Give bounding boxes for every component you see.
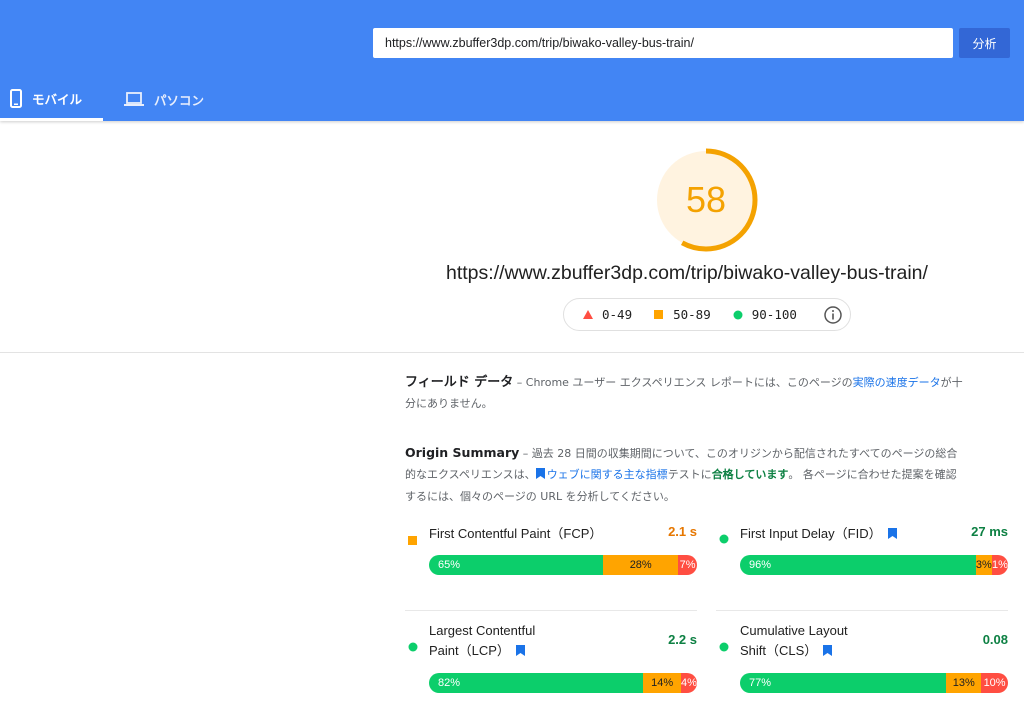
- pass-status: 合格しています: [711, 468, 789, 481]
- top-bar: 分析 モバイル パソコン: [0, 0, 1024, 121]
- distribution-bar: 65% 28% 7%: [429, 555, 697, 575]
- origin-summary-section: Origin Summary – 過去 28 日間の収集期間について、このオリジ…: [405, 445, 958, 503]
- bar-poor: 1%: [991, 555, 1008, 575]
- tab-mobile[interactable]: モバイル: [0, 78, 103, 121]
- metric-name: Largest Contentful: [429, 623, 536, 638]
- tab-mobile-label: モバイル: [32, 91, 83, 107]
- circle-icon: [408, 637, 418, 656]
- bar-good: 77%: [740, 673, 947, 693]
- metric-cls: Cumulative Layout Shift（CLS） 0.08 77% 13…: [716, 621, 1008, 697]
- bar-poor: 7%: [678, 555, 697, 575]
- metric-value: 27 ms: [971, 524, 1008, 539]
- bar-poor: 10%: [981, 673, 1008, 693]
- metric-value: 2.1 s: [668, 524, 697, 539]
- circle-icon: [733, 310, 743, 320]
- metric-lcp: Largest Contentful Paint（LCP） 2.2 s 82% …: [405, 621, 697, 697]
- metric-name: Cumulative Layout: [740, 623, 848, 638]
- smartphone-icon: [10, 88, 22, 108]
- square-icon: [408, 530, 417, 549]
- bar-good: 65%: [429, 555, 604, 575]
- metric-name: First Input Delay（FID）: [740, 524, 899, 545]
- bookmark-icon: [887, 525, 897, 545]
- bar-average: 13%: [946, 673, 982, 693]
- triangle-icon: [583, 309, 593, 320]
- performance-score: 58: [685, 179, 727, 220]
- field-data-title: フィールド データ: [405, 375, 514, 390]
- score-legend: 0-49 50-89 90-100: [563, 298, 851, 331]
- bookmark-icon: [823, 642, 833, 662]
- metric-name-line2: Paint（LCP）: [429, 641, 527, 662]
- distribution-bar: 82% 14% 4%: [429, 673, 697, 693]
- field-data-text: – Chrome ユーザー エクスペリエンス レポートには、このページの: [513, 376, 853, 389]
- metric-value: 2.2 s: [668, 632, 697, 647]
- field-data-section: フィールド データ – Chrome ユーザー エクスペリエンス レポートには、…: [405, 372, 965, 414]
- core-web-vitals-link[interactable]: ウェブに関する主な指標: [547, 468, 668, 481]
- section-divider: [0, 352, 1024, 353]
- distribution-bar: 77% 13% 10%: [740, 673, 1008, 693]
- tested-page-url: https://www.zbuffer3dp.com/trip/biwako-v…: [446, 262, 928, 284]
- real-speed-data-link[interactable]: 実際の速度データ: [853, 376, 941, 389]
- bar-average: 14%: [643, 673, 681, 693]
- legend-item-poor: 0-49: [583, 307, 632, 322]
- square-icon: [654, 309, 664, 320]
- metric-fid: First Input Delay（FID） 27 ms 96% 3% 1%: [716, 522, 1008, 582]
- bar-good: 96%: [740, 555, 976, 575]
- bar-average: 28%: [603, 555, 679, 575]
- analyze-button[interactable]: 分析: [959, 28, 1010, 58]
- bookmark-icon: [515, 642, 525, 662]
- legend-item-average: 50-89: [654, 307, 711, 322]
- bookmark-icon: [535, 465, 545, 486]
- laptop-icon: [124, 92, 144, 107]
- metric-divider: [405, 610, 697, 611]
- circle-icon: [719, 529, 729, 548]
- metric-name-line2: Shift（CLS）: [740, 641, 834, 662]
- url-input[interactable]: [373, 28, 953, 58]
- tab-desktop[interactable]: パソコン: [124, 78, 224, 121]
- bar-good: 82%: [429, 673, 644, 693]
- legend-item-good: 90-100: [733, 307, 797, 322]
- origin-summary-title: Origin Summary: [405, 445, 520, 460]
- metric-fcp: First Contentful Paint（FCP） 2.1 s 65% 28…: [405, 522, 697, 582]
- info-icon[interactable]: [824, 306, 842, 327]
- metric-value: 0.08: [982, 632, 1008, 647]
- bar-poor: 4%: [680, 673, 697, 693]
- metric-divider: [716, 610, 1008, 611]
- tab-desktop-label: パソコン: [154, 93, 205, 108]
- bar-average: 3%: [975, 555, 992, 575]
- metric-name: First Contentful Paint（FCP）: [429, 526, 603, 541]
- distribution-bar: 96% 3% 1%: [740, 555, 1008, 575]
- circle-icon: [719, 637, 729, 656]
